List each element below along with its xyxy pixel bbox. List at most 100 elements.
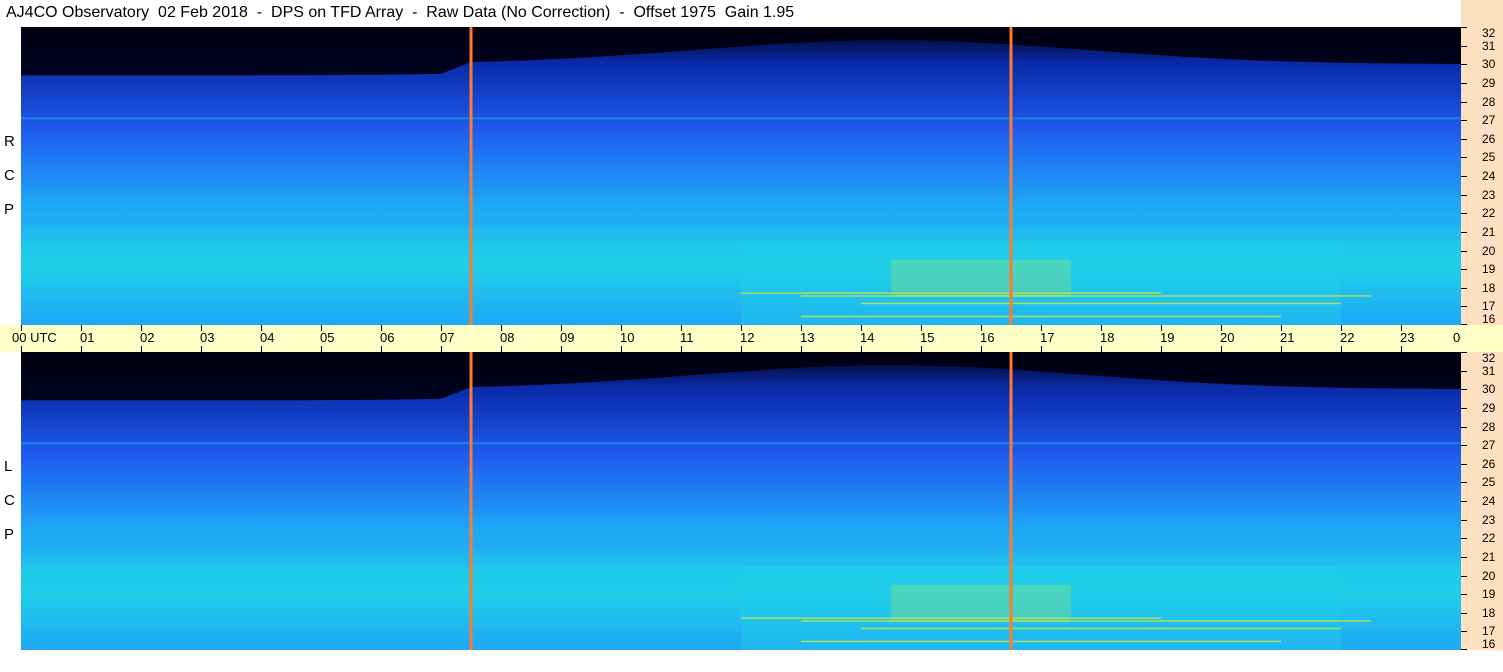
frequency-tick-label: 27	[1482, 438, 1496, 453]
time-tick-label: 10	[620, 330, 635, 345]
rcp-band	[21, 216, 1461, 226]
frequency-tick-label: 19	[1482, 587, 1496, 602]
frequency-tick-mark	[1461, 612, 1467, 614]
time-tick-mark	[1221, 325, 1222, 331]
time-tick-mark	[981, 325, 982, 331]
time-tick-label: 00 UTC	[12, 330, 57, 345]
polarization-letter: C	[4, 167, 15, 184]
time-tick-label: 14	[860, 330, 875, 345]
time-tick-label: 01	[80, 330, 95, 345]
frequency-tick-mark	[1461, 463, 1467, 465]
time-tick-label: 07	[440, 330, 455, 345]
frequency-tick-label: 25	[1482, 475, 1496, 490]
time-tick-mark	[1401, 325, 1402, 331]
frequency-tick-mark	[1461, 407, 1467, 409]
frequency-tick-mark	[1461, 82, 1467, 84]
frequency-tick-mark	[1461, 445, 1467, 447]
rcp-time-marker	[1009, 27, 1013, 325]
frequency-tick-mark	[1461, 231, 1467, 233]
time-tick-label: 19	[1160, 330, 1175, 345]
chart-title: AJ4CO Observatory 02 Feb 2018 - DPS on T…	[6, 4, 795, 21]
time-tick-mark	[81, 325, 82, 331]
time-tick-label: 21	[1280, 330, 1295, 345]
frequency-tick-label: 26	[1482, 131, 1496, 146]
frequency-tick-mark	[1461, 324, 1467, 325]
frequency-tick-mark	[1461, 269, 1467, 271]
time-tick-label: 17	[1040, 330, 1055, 345]
time-tick-label: 09	[560, 330, 575, 345]
frequency-tick-label: 16	[1482, 312, 1496, 326]
time-tick-label: 03	[200, 330, 215, 345]
frequency-axis-rcp: 32 31 30 29 28 27 26 25 24 23 22 21 20 19 18 17 16	[1461, 27, 1503, 325]
frequency-tick-mark	[1461, 101, 1467, 103]
frequency-tick-mark	[1461, 64, 1467, 66]
frequency-tick-label: 28	[1482, 94, 1496, 109]
polarization-letter: L	[4, 458, 13, 475]
time-tick-mark	[921, 325, 922, 331]
lcp-signal-line	[801, 620, 1371, 622]
rcp-signal-line	[801, 315, 1281, 318]
frequency-tick-mark	[1461, 194, 1467, 196]
frequency-tick-mark	[1461, 213, 1467, 215]
time-tick-mark	[21, 325, 22, 331]
frequency-tick-mark	[1461, 352, 1467, 353]
polarization-letter: P	[4, 526, 15, 543]
frequency-tick-label: 32	[1482, 26, 1496, 40]
time-tick-label: 18	[1100, 330, 1115, 345]
time-tick-mark	[801, 325, 802, 331]
time-tick-mark	[1101, 325, 1102, 331]
lcp-band	[21, 442, 1461, 445]
time-tick-mark	[381, 325, 382, 331]
time-tick-label: 20	[1220, 330, 1235, 345]
frequency-tick-mark	[1461, 631, 1467, 633]
frequency-tick-label: 29	[1482, 400, 1496, 415]
rcp-time-marker	[469, 27, 473, 325]
frequency-tick-mark	[1461, 250, 1467, 252]
lcp-time-marker	[1009, 352, 1013, 650]
time-tick-label: 15	[920, 330, 935, 345]
frequency-axis-lcp: 32 31 30 29 28 27 26 25 24 23 22 21 20 19 18 17 16	[1461, 352, 1503, 650]
frequency-tick-mark	[1461, 27, 1467, 28]
frequency-tick-mark	[1461, 594, 1467, 596]
frequency-tick-label: 23	[1482, 512, 1496, 527]
lcp-spectrogram-panel	[21, 352, 1461, 650]
time-tick-mark	[741, 325, 742, 331]
frequency-tick-mark	[1461, 306, 1467, 308]
time-axis: 00 UTC 01 02 03 04 05 06 07 08 09 10 11 12 13 14 15 16 17…	[0, 325, 1498, 352]
frequency-tick-label: 24	[1482, 169, 1496, 183]
time-tick-label: 06	[380, 330, 395, 345]
frequency-tick-mark	[1461, 389, 1467, 391]
lcp-band	[21, 541, 1461, 551]
frequency-tick-label: 16	[1482, 637, 1496, 651]
polarization-letter: P	[4, 201, 15, 218]
frequency-tick-label: 31	[1482, 363, 1496, 378]
frequency-tick-mark	[1461, 157, 1467, 159]
frequency-tick-mark	[1461, 176, 1467, 177]
time-tick-label: 08	[500, 330, 515, 345]
polarization-letter: C	[4, 492, 15, 509]
lcp-signal-line	[801, 640, 1281, 643]
frequency-tick-label: 22	[1482, 531, 1496, 546]
frequency-tick-mark	[1461, 426, 1467, 428]
frequency-tick-label: 31	[1482, 38, 1496, 53]
frequency-tick-label: 23	[1482, 187, 1496, 202]
time-tick-label: 23	[1400, 330, 1415, 345]
time-tick-mark	[1041, 325, 1042, 331]
frequency-tick-label: 28	[1482, 419, 1496, 434]
frequency-tick-label: 29	[1482, 75, 1496, 90]
frequency-tick-label: 21	[1482, 224, 1496, 239]
bottom-margin	[0, 650, 1461, 672]
time-tick-mark	[441, 325, 442, 331]
frequency-tick-mark	[1461, 501, 1467, 502]
frequency-tick-label: 18	[1482, 605, 1496, 620]
frequency-tick-mark	[1461, 575, 1467, 577]
frequency-tick-label: 25	[1482, 150, 1496, 165]
rcp-signal-line	[861, 302, 1341, 305]
frequency-tick-label: 30	[1482, 57, 1496, 72]
rcp-band	[21, 117, 1461, 120]
frequency-tick-label: 27	[1482, 113, 1496, 128]
time-tick-mark	[201, 325, 202, 331]
time-tick-mark	[321, 325, 322, 331]
frequency-tick-label: 18	[1482, 280, 1496, 295]
frequency-tick-label: 19	[1482, 262, 1496, 277]
